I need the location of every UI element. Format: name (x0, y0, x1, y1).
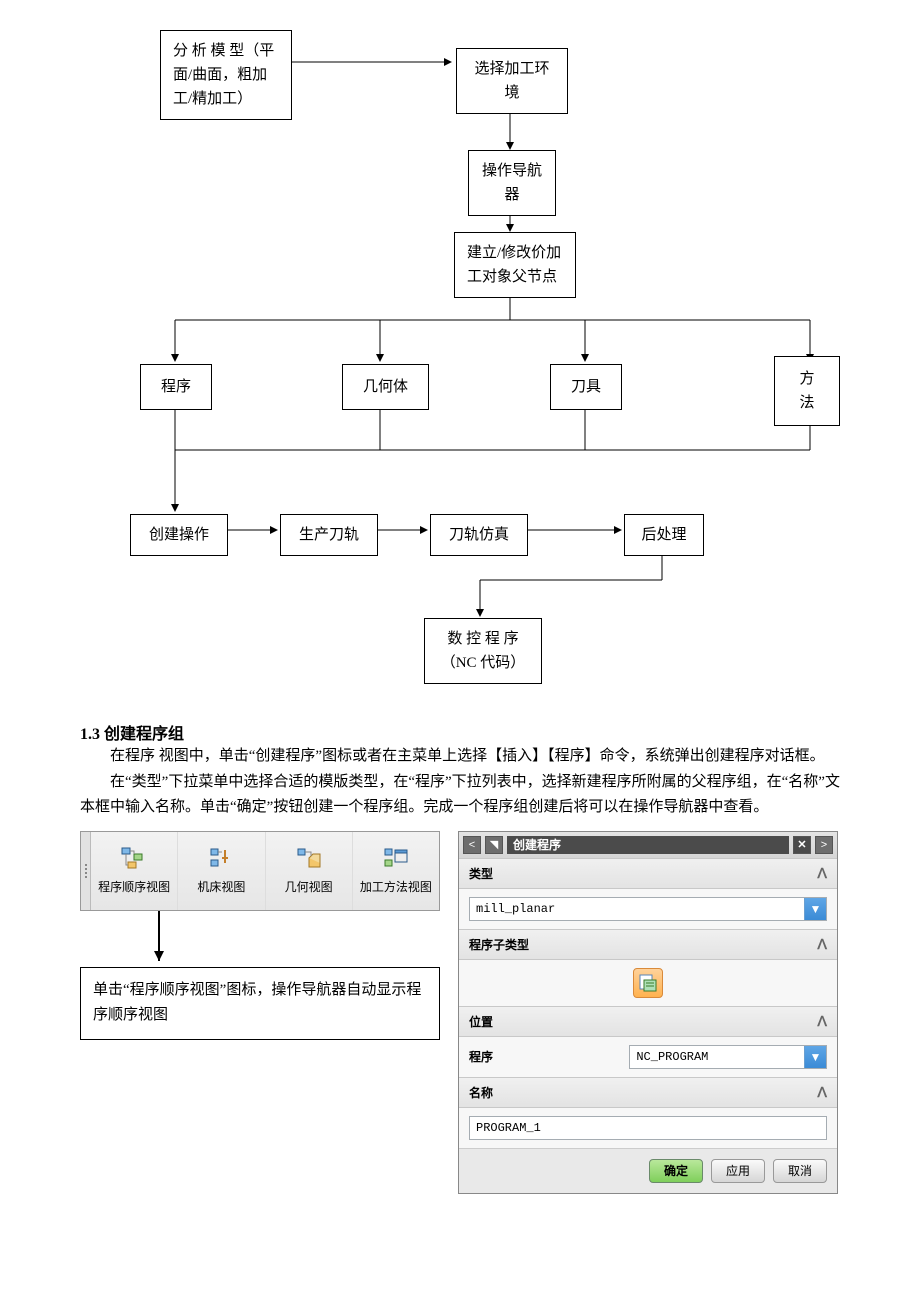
location-program-input[interactable] (630, 1046, 804, 1068)
section-header-subtype: 程序子类型 ᐱ (459, 929, 837, 960)
method-view-icon (382, 846, 410, 872)
type-dropdown-input[interactable] (470, 898, 804, 920)
paragraph-2: 在“类型”下拉菜单中选择合适的模版类型，在“程序”下拉列表中，选择新建程序所附属… (80, 770, 840, 821)
program-name-input[interactable] (469, 1116, 827, 1140)
flow-box-select-env: 选择加工环境 (456, 48, 568, 114)
type-dropdown[interactable]: ▼ (469, 897, 827, 921)
flow-box-gen-path: 生产刀轨 (280, 514, 378, 556)
button-label: 加工方法视图 (360, 878, 432, 895)
dialog-button-row: 确定 应用 取消 (459, 1148, 837, 1193)
section-label: 名称 (469, 1084, 493, 1101)
dropdown-arrow-icon[interactable]: ▼ (804, 1046, 826, 1068)
section-label: 程序子类型 (469, 936, 529, 953)
create-program-dialog: < ◥ 创建程序 ✕ > 类型 ᐱ ▼ 程序子类型 ᐱ (458, 831, 838, 1194)
prev-chip-icon[interactable]: < (463, 836, 481, 854)
pin-chip-icon[interactable]: ◥ (485, 836, 503, 854)
machine-view-button[interactable]: 机床视图 (178, 832, 265, 910)
flow-box-program: 程序 (140, 364, 212, 410)
subtype-program-icon (639, 974, 657, 992)
section-label: 位置 (469, 1013, 493, 1030)
button-label: 程序顺序视图 (98, 878, 170, 895)
collapse-icon[interactable]: ᐱ (817, 936, 827, 953)
section-title: 1.3 创建程序组 (80, 720, 840, 744)
flowchart: 分 析 模 型（平面/曲面，粗加工/精加工） 选择加工环境 操作导航器 建立/修… (80, 20, 840, 700)
section-label: 类型 (469, 865, 493, 882)
button-label: 机床视图 (197, 878, 245, 895)
collapse-icon[interactable]: ᐱ (817, 1013, 827, 1030)
dialog-titlebar: < ◥ 创建程序 ✕ > (459, 832, 837, 858)
geometry-view-icon (295, 846, 323, 872)
flow-box-analyze: 分 析 模 型（平面/曲面，粗加工/精加工） (160, 30, 292, 120)
ok-button[interactable]: 确定 (649, 1159, 703, 1183)
annotation-arrow-icon (158, 911, 160, 961)
geometry-view-button[interactable]: 几何视图 (266, 832, 353, 910)
annotation-box: 单击“程序顺序视图”图标，操作导航器自动显示程序顺序视图 (80, 967, 440, 1040)
cancel-button[interactable]: 取消 (773, 1159, 827, 1183)
next-chip-icon[interactable]: > (815, 836, 833, 854)
flow-box-create-op: 创建操作 (130, 514, 228, 556)
view-toolbar: 程序顺序视图 机床视图 几何视图 (80, 831, 440, 911)
location-program-dropdown[interactable]: ▼ (629, 1045, 827, 1069)
flow-box-geometry: 几何体 (342, 364, 429, 410)
flow-box-nc-code: 数 控 程 序（NC 代码） (424, 618, 542, 684)
section-header-name: 名称 ᐱ (459, 1077, 837, 1108)
subtype-option-button[interactable] (633, 968, 663, 998)
close-icon[interactable]: ✕ (793, 836, 811, 854)
section-header-location: 位置 ᐱ (459, 1006, 837, 1037)
program-order-view-icon (120, 846, 148, 872)
apply-button[interactable]: 应用 (711, 1159, 765, 1183)
location-program-label: 程序 (469, 1048, 619, 1065)
flow-box-method: 方法 (774, 356, 840, 426)
dropdown-arrow-icon[interactable]: ▼ (804, 898, 826, 920)
toolbar-grip-icon[interactable] (81, 832, 91, 910)
section-1-3: 1.3 创建程序组 在程序 视图中，单击“创建程序”图标或者在主菜单上选择【插入… (80, 720, 840, 821)
collapse-icon[interactable]: ᐱ (817, 865, 827, 882)
section-header-type: 类型 ᐱ (459, 858, 837, 889)
button-label: 几何视图 (285, 878, 333, 895)
collapse-icon[interactable]: ᐱ (817, 1084, 827, 1101)
flow-box-build-parent: 建立/修改价加工对象父节点 (454, 232, 576, 298)
machine-view-icon (207, 846, 235, 872)
flow-box-postproc: 后处理 (624, 514, 704, 556)
flow-box-tool: 刀具 (550, 364, 622, 410)
flow-box-simulate: 刀轨仿真 (430, 514, 528, 556)
program-order-view-button[interactable]: 程序顺序视图 (91, 832, 178, 910)
method-view-button[interactable]: 加工方法视图 (353, 832, 439, 910)
flow-box-op-nav: 操作导航器 (468, 150, 556, 216)
dialog-title: 创建程序 (507, 836, 789, 854)
paragraph-1: 在程序 视图中，单击“创建程序”图标或者在主菜单上选择【插入】【程序】命令，系统… (80, 744, 840, 770)
